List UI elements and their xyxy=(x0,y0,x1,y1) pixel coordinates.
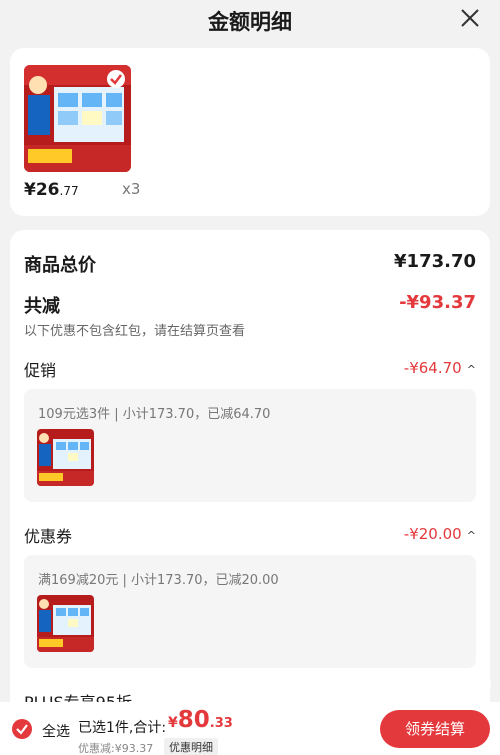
select-all-checkbox[interactable] xyxy=(12,719,32,739)
coupon-label: 优惠券 xyxy=(24,527,73,546)
chevron-up-icon: ^ xyxy=(466,529,476,542)
modal-title: 金额明细 xyxy=(208,10,292,34)
promo-detail-box: 109元选3件 | 小计173.70，已减64.70 xyxy=(24,389,476,502)
promo-product-thumbnail xyxy=(37,429,94,486)
selected-count: 已选1件,合计: xyxy=(78,720,167,736)
discount-note: 以下优惠不包含红包，请在结算页查看 xyxy=(24,324,246,339)
coupon-toggle[interactable]: -¥20.00 ^ xyxy=(404,524,476,543)
coupon-value: -¥20.00 xyxy=(403,525,462,543)
total-reduce-value: -¥93.37 xyxy=(399,292,476,313)
product-card: ¥26.77 x3 xyxy=(10,48,490,216)
promo-value: -¥64.70 xyxy=(403,359,462,377)
goods-total-label: 商品总价 xyxy=(24,255,96,276)
coupon-product-thumbnail xyxy=(37,595,94,652)
promo-label: 促销 xyxy=(24,361,57,380)
discount-detail-link[interactable]: 优惠明细 xyxy=(164,738,218,755)
check-icon xyxy=(16,724,28,735)
chevron-up-icon: ^ xyxy=(466,363,476,376)
modal-header: 金额明细 xyxy=(0,0,500,40)
product-quantity: x3 xyxy=(122,180,141,198)
product-thumbnail[interactable] xyxy=(24,65,131,172)
close-icon[interactable] xyxy=(458,6,482,30)
promo-detail-text: 109元选3件 | 小计173.70，已减64.70 xyxy=(38,407,271,422)
select-all-label[interactable]: 全选 xyxy=(42,721,70,741)
coupon-detail-box: 满169减20元 | 小计173.70，已减20.00 xyxy=(24,555,476,668)
checkout-bar: 全选 已选1件,合计: ¥80.33 优惠减:¥93.37 优惠明细 领券结算 xyxy=(0,702,500,755)
total-reduce-label: 共减 xyxy=(24,296,60,317)
promo-toggle[interactable]: -¥64.70 ^ xyxy=(404,358,476,377)
coupon-detail-text: 满169减20元 | 小计173.70，已减20.00 xyxy=(38,573,279,588)
product-unit-price: ¥26.77 xyxy=(24,180,79,200)
pay-total: ¥80.33 xyxy=(168,707,233,733)
goods-total-value: ¥173.70 xyxy=(394,251,476,272)
checkout-button[interactable]: 领券结算 xyxy=(380,710,490,748)
discount-amount: 优惠减:¥93.37 xyxy=(78,742,154,755)
